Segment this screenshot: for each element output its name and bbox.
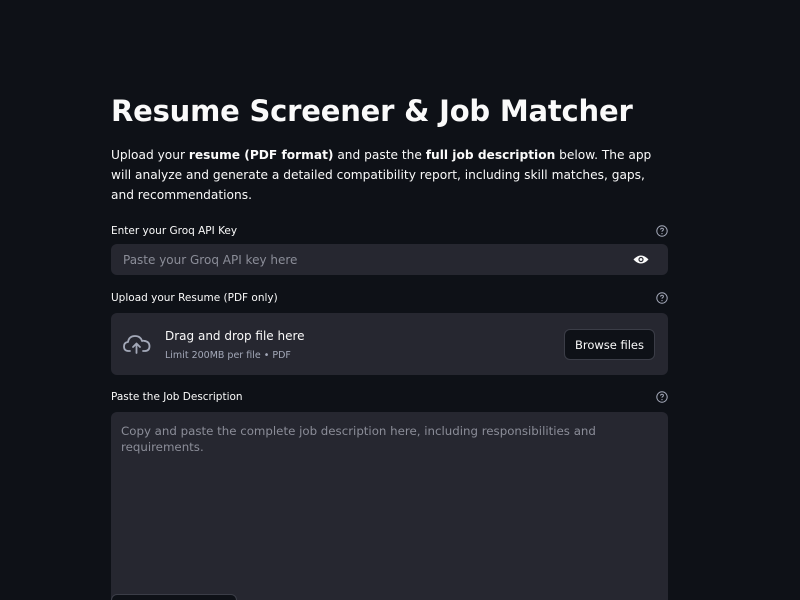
main-content: Resume Screener & Job Matcher Upload you…: [111, 92, 668, 600]
job-description-textarea[interactable]: [111, 412, 668, 600]
intro-text-part: and paste the: [333, 148, 426, 162]
dropzone-title: Drag and drop file here: [165, 329, 305, 343]
job-description-label-row: Paste the Job Description: [111, 388, 668, 406]
intro-text-part: Upload your: [111, 148, 189, 162]
api-key-label-row: Enter your Groq API Key: [111, 222, 668, 240]
cloud-upload-icon: [122, 332, 152, 356]
dropzone-limit-text: Limit 200MB per file • PDF: [165, 350, 291, 361]
help-circle-icon[interactable]: [656, 292, 668, 304]
resume-upload-label: Upload your Resume (PDF only): [111, 292, 278, 304]
app-page: Resume Screener & Job Matcher Upload you…: [0, 0, 800, 600]
api-key-input[interactable]: [121, 251, 632, 268]
intro-bold-resume: resume (PDF format): [188, 148, 334, 162]
browse-files-button[interactable]: Browse files: [563, 329, 655, 360]
resume-upload-label-row: Upload your Resume (PDF only): [111, 289, 668, 307]
api-key-field: [111, 244, 668, 275]
job-description-field: [111, 412, 668, 600]
page-title: Resume Screener & Job Matcher: [111, 94, 633, 128]
intro-text: Upload your resume (PDF format) and past…: [111, 145, 668, 205]
api-key-label: Enter your Groq API Key: [111, 225, 238, 237]
submit-button[interactable]: [111, 594, 237, 600]
intro-bold-job-description: full job description: [425, 148, 556, 162]
eye-icon[interactable]: [632, 253, 650, 267]
job-description-label: Paste the Job Description: [111, 391, 243, 403]
help-circle-icon[interactable]: [656, 391, 668, 403]
help-circle-icon[interactable]: [656, 225, 668, 237]
resume-dropzone[interactable]: Drag and drop file here Limit 200MB per …: [111, 313, 668, 375]
